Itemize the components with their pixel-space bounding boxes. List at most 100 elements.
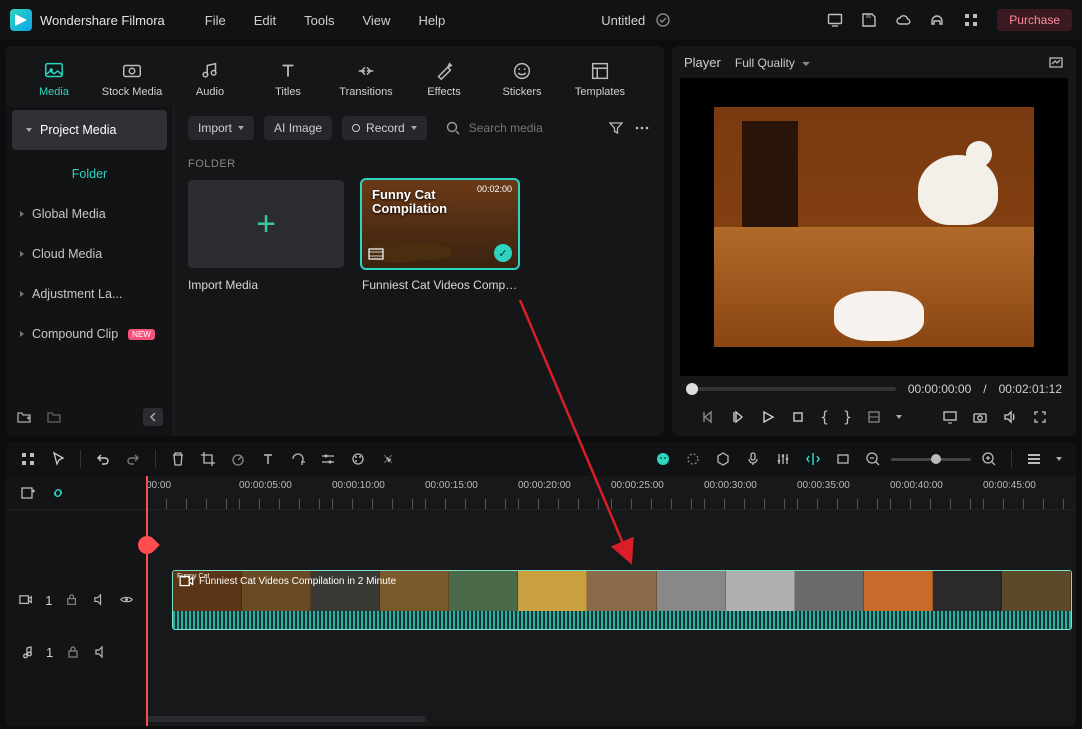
menu-edit[interactable]: Edit: [254, 13, 276, 28]
stop-icon[interactable]: [790, 409, 806, 425]
undo-icon[interactable]: [95, 451, 111, 467]
media-clip-card[interactable]: 00:02:00 Funny Cat Compilation ✓ Funnies…: [362, 180, 518, 292]
mixer-icon[interactable]: [775, 451, 791, 467]
ai-assistant-icon[interactable]: [655, 451, 671, 467]
apps-icon[interactable]: [963, 12, 979, 28]
collapse-sidebar-button[interactable]: [143, 408, 163, 426]
add-track-icon[interactable]: [20, 485, 36, 501]
time-current: 00:00:00:00: [908, 382, 971, 396]
filter-icon[interactable]: [608, 120, 624, 136]
more-icon[interactable]: [634, 120, 650, 136]
redo-icon[interactable]: [125, 451, 141, 467]
delete-icon[interactable]: [170, 451, 186, 467]
rotate-icon[interactable]: [290, 451, 306, 467]
timeline-scrollbar[interactable]: [146, 716, 426, 722]
track-mute-icon[interactable]: [92, 592, 107, 608]
add-folder-icon[interactable]: [16, 409, 32, 425]
grid-icon[interactable]: [20, 451, 36, 467]
tab-effects-label: Effects: [427, 86, 460, 98]
menu-tools[interactable]: Tools: [304, 13, 334, 28]
quality-select[interactable]: Full Quality: [735, 56, 810, 70]
track-visible-icon[interactable]: [119, 592, 134, 608]
menu-view[interactable]: View: [362, 13, 390, 28]
audio-track-head[interactable]: 1: [6, 630, 146, 674]
adjust-icon[interactable]: [320, 451, 336, 467]
seek-bar[interactable]: [686, 387, 896, 391]
step-back-icon[interactable]: [730, 409, 746, 425]
split-icon[interactable]: [805, 451, 821, 467]
track-mute-icon[interactable]: [93, 644, 109, 660]
track-lock-icon[interactable]: [65, 644, 81, 660]
sidebar-project-media[interactable]: Project Media: [12, 110, 167, 150]
prev-frame-icon[interactable]: [700, 409, 716, 425]
tab-audio[interactable]: Audio: [174, 54, 246, 106]
sidebar-cloud-media[interactable]: Cloud Media: [6, 234, 173, 274]
cloud-icon[interactable]: [895, 12, 911, 28]
color-icon[interactable]: [350, 451, 366, 467]
fullscreen-icon[interactable]: [1032, 409, 1048, 425]
tab-stock-media-label: Stock Media: [102, 86, 163, 98]
more-tools-icon[interactable]: [380, 451, 396, 467]
mic-icon[interactable]: [745, 451, 761, 467]
speed-icon[interactable]: [230, 451, 246, 467]
tab-transitions[interactable]: Transitions: [330, 54, 402, 106]
chevron-down-icon[interactable]: [896, 415, 902, 419]
ruler-tick: 00:00:30:00: [704, 476, 797, 509]
caret-right-icon: [20, 211, 24, 217]
chevron-down-icon[interactable]: [1056, 457, 1062, 461]
track-view-icon[interactable]: [1026, 451, 1042, 467]
player-viewport[interactable]: [680, 78, 1068, 376]
playhead[interactable]: [146, 476, 148, 726]
record-button[interactable]: Record: [342, 116, 427, 140]
mark-in-icon[interactable]: {: [820, 408, 829, 426]
time-total: 00:02:01:12: [999, 382, 1062, 396]
sidebar-global-media[interactable]: Global Media: [6, 194, 173, 234]
tab-templates[interactable]: Templates: [564, 54, 636, 106]
volume-icon[interactable]: [1002, 409, 1018, 425]
zoom-slider[interactable]: [891, 458, 971, 461]
search-input[interactable]: [469, 121, 579, 135]
import-media-card[interactable]: + Import Media: [188, 180, 344, 292]
camera-icon[interactable]: [972, 409, 988, 425]
import-button[interactable]: Import: [188, 116, 254, 140]
video-track-head[interactable]: 1: [6, 570, 146, 630]
play-icon[interactable]: [760, 409, 776, 425]
crop-ratio-icon[interactable]: [866, 409, 882, 425]
open-folder-icon[interactable]: [46, 409, 62, 425]
tab-effects[interactable]: Effects: [408, 54, 480, 106]
mark-out-icon[interactable]: }: [843, 408, 852, 426]
video-type-icon: [368, 246, 384, 262]
save-icon[interactable]: [861, 12, 877, 28]
track-lock-icon[interactable]: [64, 592, 79, 608]
menu-help[interactable]: Help: [418, 13, 445, 28]
marker-add-icon[interactable]: [715, 451, 731, 467]
ai-image-button[interactable]: AI Image: [264, 116, 332, 140]
snapshot-tool-icon[interactable]: [1048, 54, 1064, 70]
frame-icon[interactable]: [835, 451, 851, 467]
link-icon[interactable]: [50, 485, 66, 501]
monitor-icon[interactable]: [827, 12, 843, 28]
display-icon[interactable]: [942, 409, 958, 425]
zoom-out-icon[interactable]: [865, 451, 881, 467]
headset-icon[interactable]: [929, 12, 945, 28]
tab-stickers[interactable]: Stickers: [486, 54, 558, 106]
sidebar-folder[interactable]: Folder: [6, 154, 173, 194]
sidebar-adjustment[interactable]: Adjustment La...: [6, 274, 173, 314]
zoom-in-icon[interactable]: [981, 451, 997, 467]
text-icon[interactable]: [260, 451, 276, 467]
menu-file[interactable]: File: [205, 13, 226, 28]
cursor-icon[interactable]: [50, 451, 66, 467]
crop-icon[interactable]: [200, 451, 216, 467]
chevron-down-icon: [238, 126, 244, 130]
timeline-clip[interactable]: Funniest Cat Videos Compilation in 2 Min…: [172, 570, 1072, 630]
sidebar-compound-clip[interactable]: Compound ClipNEW: [6, 314, 173, 354]
keyframe-icon[interactable]: [685, 451, 701, 467]
tab-titles[interactable]: Titles: [252, 54, 324, 106]
search-icon: [445, 120, 461, 136]
tab-media-label: Media: [39, 86, 69, 98]
tab-media[interactable]: Media: [18, 54, 90, 106]
timeline-ruler[interactable]: 00:00 00:00:05:00 00:00:10:00 00:00:15:0…: [146, 476, 1076, 510]
folder-heading: FOLDER: [188, 158, 650, 170]
purchase-button[interactable]: Purchase: [997, 9, 1072, 31]
tab-stock-media[interactable]: Stock Media: [96, 54, 168, 106]
